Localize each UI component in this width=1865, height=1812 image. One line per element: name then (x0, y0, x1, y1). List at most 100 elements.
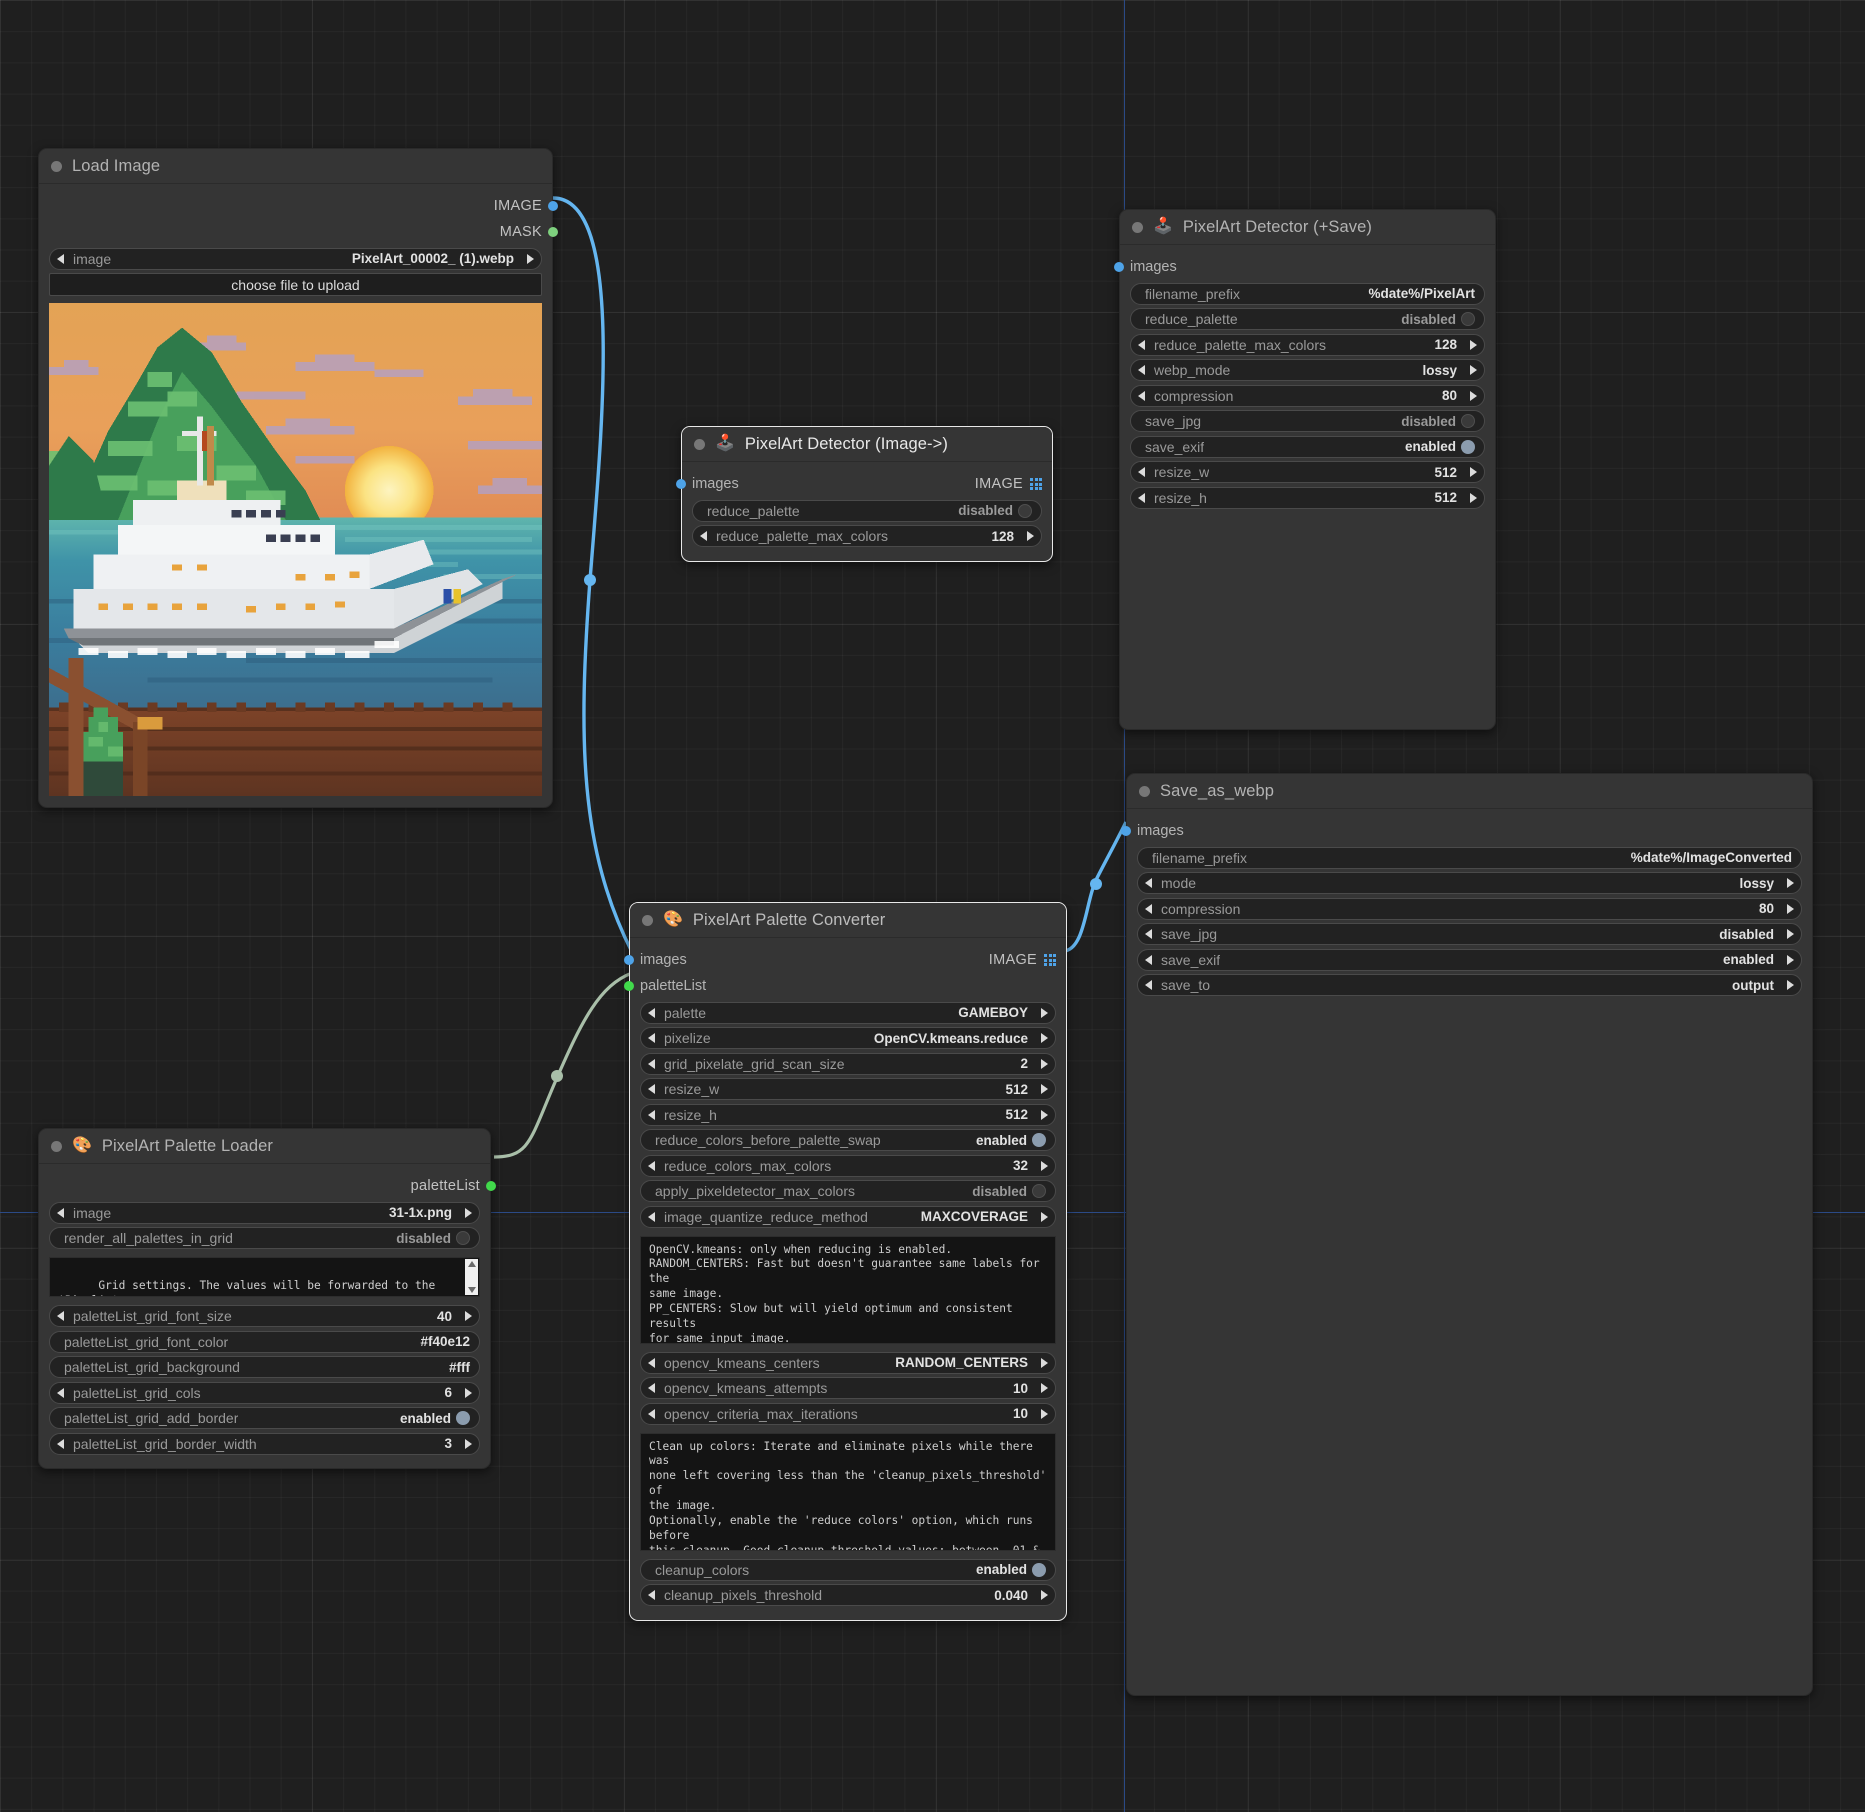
images-input-dot-icon[interactable] (676, 479, 686, 489)
image-grid-icon[interactable] (1030, 478, 1042, 490)
note-cleanup-help[interactable]: Clean up colors: Iterate and eliminate p… (640, 1432, 1056, 1551)
chevron-right-icon[interactable] (1787, 954, 1794, 965)
output-slot-image[interactable]: IMAGE (49, 194, 558, 218)
chevron-right-icon[interactable] (1041, 1109, 1048, 1120)
widget-save-exif[interactable]: save_exif enabled (1130, 435, 1485, 458)
toggle-knob[interactable] (456, 1231, 470, 1245)
widget-reduce-colors-before-palette-swap[interactable]: reduce_colors_before_palette_swap enable… (640, 1129, 1056, 1151)
chevron-left-icon[interactable] (648, 1058, 655, 1069)
chevron-left-icon[interactable] (648, 1084, 655, 1094)
widget-resize-w[interactable]: resize_w 512 (1130, 461, 1485, 483)
chevron-right-icon[interactable] (1041, 1357, 1048, 1368)
widget-resize-h[interactable]: resize_h 512 (640, 1103, 1056, 1126)
chevron-left-icon[interactable] (1145, 878, 1152, 888)
chevron-left-icon[interactable] (648, 1160, 655, 1171)
output-slot-palettelist[interactable]: paletteList (49, 1174, 496, 1198)
chevron-right-icon[interactable] (1470, 365, 1477, 375)
node-load-image-titlebar[interactable]: Load Image (39, 149, 552, 184)
palettelist-input-dot-icon[interactable] (624, 981, 634, 991)
note-kmeans-help[interactable]: OpenCV.kmeans: only when reducing is ena… (640, 1235, 1056, 1344)
widget-pixelize[interactable]: pixelize OpenCV.kmeans.reduce (640, 1027, 1056, 1049)
chevron-left-icon[interactable] (1138, 467, 1145, 477)
widget-palettelist-grid-border-width[interactable]: paletteList_grid_border_width 3 (49, 1432, 480, 1455)
collapse-dot-icon[interactable] (1139, 785, 1150, 797)
chevron-left-icon[interactable] (1138, 365, 1145, 375)
widget-render-all-palettes-in-grid[interactable]: render_all_palettes_in_grid disabled (49, 1227, 480, 1249)
note-scrollbar[interactable] (465, 1259, 478, 1295)
input-slot-images[interactable]: images (1121, 819, 1802, 843)
chevron-right-icon[interactable] (1470, 339, 1477, 350)
widget-palettelist-grid-font-color[interactable]: paletteList_grid_font_color #f40e12 (49, 1330, 480, 1353)
widget-palette[interactable]: palette GAMEBOY (640, 1001, 1056, 1024)
chevron-left-icon[interactable] (1138, 390, 1145, 401)
chevron-right-icon[interactable] (1470, 390, 1477, 401)
widget-opencv-criteria-max-iterations[interactable]: opencv_criteria_max_iterations 10 (640, 1402, 1056, 1425)
node-pixelart-detector-save[interactable]: 🕹️ PixelArt Detector (+Save) images file… (1114, 209, 1496, 730)
widget-apply-pixeldetector-max-colors[interactable]: apply_pixeldetector_max_colors disabled (640, 1180, 1056, 1202)
node-pixelart-detector-image[interactable]: 🕹️ PixelArt Detector (Image->) images IM… (676, 426, 1053, 562)
widget-reduce-palette[interactable]: reduce_palette disabled (1130, 308, 1485, 330)
widget-image[interactable]: image PixelArt_00002_ (1).webp (49, 247, 542, 270)
widget-filename-prefix[interactable]: filename_prefix %date%/PixelArt (1130, 282, 1485, 305)
mask-output-dot-icon[interactable] (548, 227, 558, 237)
scroll-down-icon[interactable] (467, 1287, 476, 1293)
chevron-left-icon[interactable] (648, 1007, 655, 1018)
widget-compression[interactable]: compression 80 (1137, 897, 1802, 920)
toggle-knob[interactable] (1461, 414, 1475, 428)
widget-save-jpg[interactable]: save_jpg disabled (1137, 923, 1802, 945)
widget-cleanup-pixels-threshold[interactable]: cleanup_pixels_threshold 0.040 (640, 1584, 1056, 1606)
widget-image-quantize-reduce-method[interactable]: image_quantize_reduce_method MAXCOVERAGE (640, 1205, 1056, 1228)
chevron-right-icon[interactable] (1041, 1408, 1048, 1419)
widget-grid-pixelate-grid-scan-size[interactable]: grid_pixelate_grid_scan_size 2 (640, 1052, 1056, 1075)
chevron-left-icon[interactable] (57, 1387, 64, 1398)
chevron-left-icon[interactable] (700, 531, 707, 541)
chevron-left-icon[interactable] (1138, 339, 1145, 350)
chevron-left-icon[interactable] (648, 1109, 655, 1120)
chevron-left-icon[interactable] (57, 253, 64, 264)
chevron-right-icon[interactable] (1470, 467, 1477, 477)
input-slot-palettelist[interactable]: paletteList (624, 974, 1056, 998)
widget-resize-w[interactable]: resize_w 512 (640, 1078, 1056, 1100)
images-input-dot-icon[interactable] (624, 955, 634, 965)
widget-palettelist-grid-font-size[interactable]: paletteList_grid_font_size 40 (49, 1305, 480, 1327)
note-grid-settings[interactable]: Grid settings. The values will be forwar… (49, 1257, 480, 1297)
chevron-left-icon[interactable] (57, 1207, 64, 1218)
chevron-left-icon[interactable] (1145, 929, 1152, 939)
node-save-as-webp[interactable]: Save_as_webp images filename_prefix %dat… (1121, 773, 1813, 1696)
chevron-right-icon[interactable] (465, 1438, 472, 1449)
chevron-left-icon[interactable] (648, 1211, 655, 1222)
node-pixelart-palette-converter[interactable]: 🎨 PixelArt Palette Converter images IMAG… (624, 902, 1067, 1621)
chevron-right-icon[interactable] (1787, 929, 1794, 939)
widget-save-jpg[interactable]: save_jpg disabled (1130, 410, 1485, 432)
widget-opencv-kmeans-centers[interactable]: opencv_kmeans_centers RANDOM_CENTERS (640, 1351, 1056, 1374)
toggle-knob[interactable] (1032, 1562, 1046, 1577)
chevron-right-icon[interactable] (1041, 1033, 1048, 1043)
chevron-right-icon[interactable] (1787, 878, 1794, 888)
chevron-left-icon[interactable] (1145, 903, 1152, 914)
chevron-right-icon[interactable] (1041, 1084, 1048, 1094)
chevron-right-icon[interactable] (465, 1387, 472, 1398)
choose-file-to-upload-button[interactable]: choose file to upload (49, 273, 542, 296)
widget-mode[interactable]: mode lossy (1137, 872, 1802, 894)
chevron-right-icon[interactable] (527, 253, 534, 264)
widget-compression[interactable]: compression 80 (1130, 384, 1485, 407)
chevron-right-icon[interactable] (1787, 903, 1794, 914)
collapse-dot-icon[interactable] (642, 914, 653, 926)
node-save-as-webp-titlebar[interactable]: Save_as_webp (1127, 774, 1812, 809)
chevron-right-icon[interactable] (1787, 980, 1794, 990)
widget-palettelist-grid-background[interactable]: paletteList_grid_background #fff (49, 1356, 480, 1378)
chevron-left-icon[interactable] (1145, 954, 1152, 965)
toggle-knob[interactable] (1461, 312, 1475, 326)
toggle-knob[interactable] (456, 1411, 470, 1425)
collapse-dot-icon[interactable] (51, 160, 62, 172)
chevron-right-icon[interactable] (1041, 1160, 1048, 1171)
images-input-dot-icon[interactable] (1121, 826, 1131, 836)
chevron-right-icon[interactable] (1041, 1383, 1048, 1393)
toggle-knob[interactable] (1032, 1133, 1046, 1147)
widget-reduce-palette-max-colors[interactable]: reduce_palette_max_colors 128 (1130, 333, 1485, 356)
widget-image[interactable]: image 31-1x.png (49, 1201, 480, 1224)
collapse-dot-icon[interactable] (1132, 221, 1143, 233)
image-grid-icon[interactable] (1044, 954, 1056, 966)
chevron-left-icon[interactable] (57, 1311, 64, 1321)
widget-reduce-palette-max-colors[interactable]: reduce_palette_max_colors 128 (692, 525, 1042, 547)
